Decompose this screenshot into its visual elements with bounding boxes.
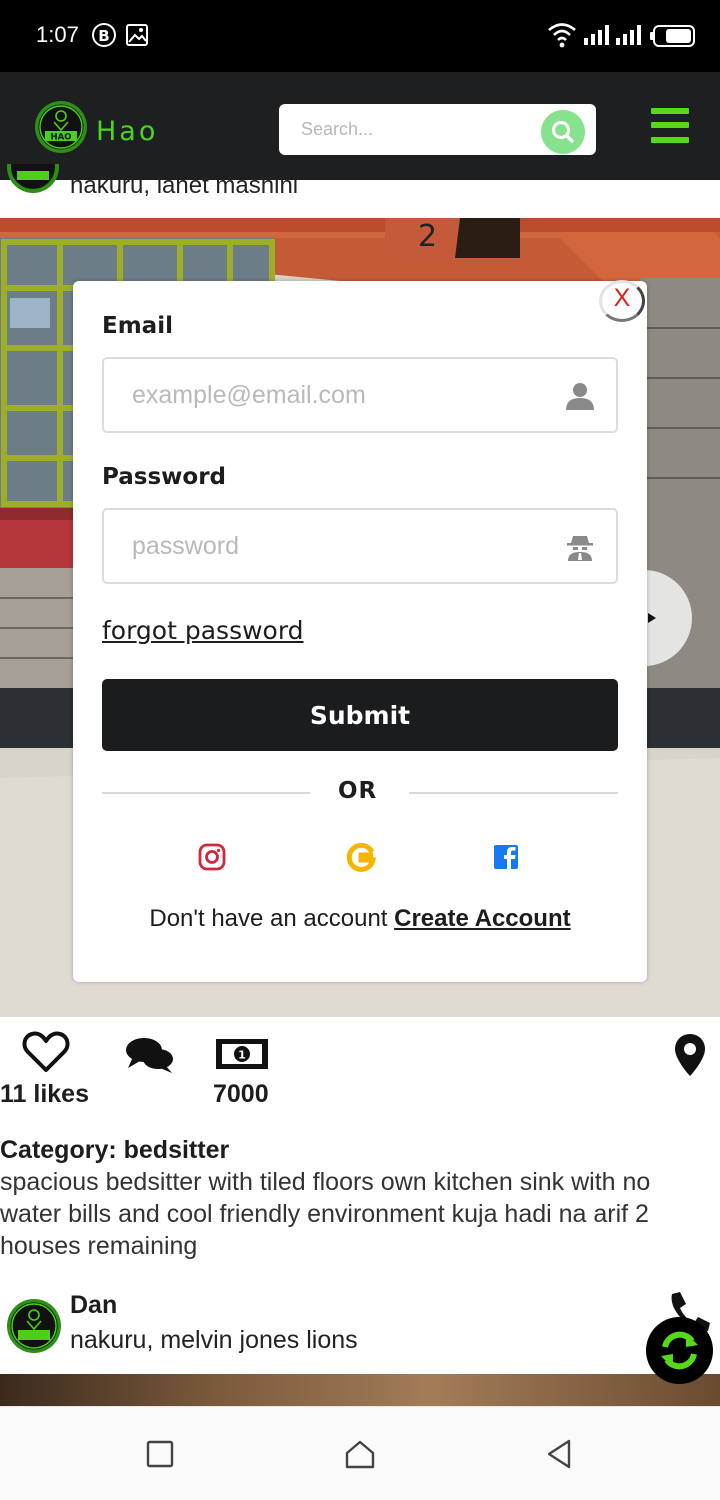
email-field[interactable] [104, 359, 544, 431]
listing-category: Category: bedsitter [0, 1136, 230, 1164]
search-box [279, 104, 596, 155]
money-icon[interactable]: 1 [214, 1036, 270, 1072]
search-button[interactable] [541, 110, 585, 154]
signup-prompt-text: Don't have an account [149, 905, 388, 932]
battery-icon [650, 25, 695, 47]
login-modal: X Email Password forgot password Submit … [73, 280, 647, 982]
facebook-icon[interactable] [491, 842, 521, 872]
submit-button[interactable]: Submit [102, 679, 618, 751]
signal-icon [616, 25, 641, 45]
image-icon [126, 24, 148, 46]
wifi-icon [548, 23, 576, 48]
app-header: HAO Hao [0, 72, 720, 180]
post-location: nakuru, melvin jones lions [70, 1326, 358, 1354]
divider [409, 792, 618, 794]
post-location: nakuru, lanet mashini [70, 172, 299, 199]
user-secret-icon [567, 536, 593, 561]
heart-icon[interactable] [22, 1030, 70, 1074]
listing-photo[interactable] [0, 1374, 720, 1406]
system-nav-bar [0, 1406, 720, 1500]
svg-text:2: 2 [418, 219, 437, 254]
location-pin-icon[interactable] [672, 1032, 708, 1078]
menu-bar [651, 122, 689, 128]
close-button[interactable]: X [597, 280, 647, 322]
password-field[interactable] [104, 510, 544, 582]
logo-text: HAO [51, 133, 72, 143]
hao-logo[interactable]: HAO [34, 100, 88, 154]
avatar[interactable] [6, 1298, 62, 1354]
refresh-icon [661, 1331, 698, 1370]
back-icon[interactable] [543, 1437, 577, 1471]
signup-prompt: Don't have an account Create Account [73, 905, 647, 933]
search-input[interactable] [279, 104, 529, 155]
svg-text:1: 1 [238, 1049, 246, 1062]
home-icon[interactable] [343, 1437, 377, 1471]
email-field-wrapper [102, 357, 618, 433]
status-time: 1:07 [36, 22, 79, 47]
listing-price: 7000 [213, 1080, 269, 1108]
avatar[interactable] [6, 164, 60, 194]
recents-icon[interactable] [143, 1437, 177, 1471]
post-author-name[interactable]: Dan [70, 1291, 117, 1320]
email-label: Email [102, 313, 173, 339]
b-circle-icon: B [92, 23, 116, 47]
svg-text:B: B [98, 27, 109, 45]
password-label: Password [102, 464, 226, 490]
search-icon [551, 120, 574, 143]
divider [102, 792, 310, 794]
refresh-button[interactable] [646, 1317, 713, 1384]
menu-bar [651, 137, 689, 143]
google-icon[interactable] [344, 840, 378, 874]
instagram-icon[interactable] [197, 842, 227, 872]
hamburger-menu-button[interactable] [651, 108, 689, 144]
status-bar: 1:07 B [0, 0, 720, 72]
signal-icon [584, 25, 609, 45]
create-account-link[interactable]: Create Account [394, 905, 570, 932]
menu-bar [651, 108, 689, 114]
close-icon: X [613, 284, 631, 312]
likes-count: 11 likes [0, 1080, 89, 1108]
password-field-wrapper [102, 508, 618, 584]
listing-description: spacious bedsitter with tiled floors own… [0, 1168, 651, 1260]
or-separator: OR [338, 778, 378, 804]
brand-name[interactable]: Hao [96, 116, 158, 147]
user-icon [566, 383, 594, 410]
forgot-password-link[interactable]: forgot password [102, 616, 304, 645]
comments-icon[interactable] [124, 1035, 176, 1075]
